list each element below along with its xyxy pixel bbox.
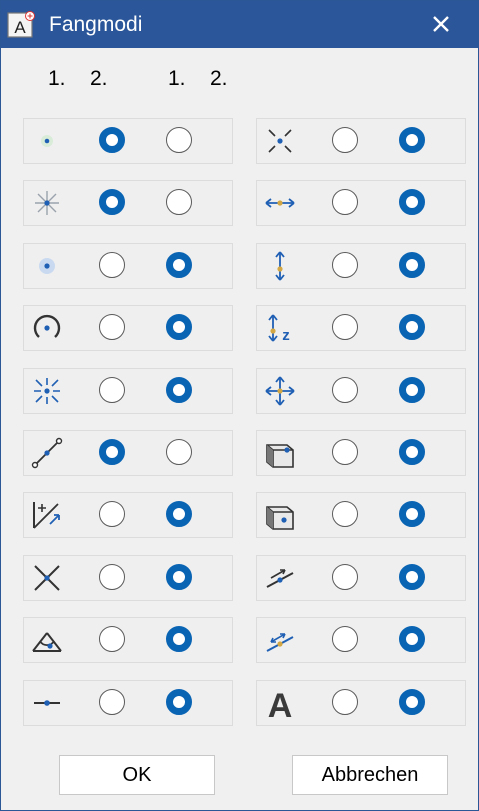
second-snap-radio[interactable] — [399, 689, 425, 715]
title-bar[interactable]: A Fangmodi — [1, 1, 478, 48]
snap-mode-row-left — [23, 243, 233, 289]
dialog-title: Fangmodi — [49, 13, 143, 36]
first-snap-radio[interactable] — [332, 127, 358, 153]
svg-text:A: A — [268, 687, 293, 720]
second-snap-radio[interactable] — [399, 501, 425, 527]
second-snap-radio[interactable] — [166, 377, 192, 403]
snap-text-icon: A — [268, 687, 293, 720]
first-snap-radio[interactable] — [332, 626, 358, 652]
snap-cube-face-icon — [266, 506, 294, 530]
snap-mode-row-left — [23, 430, 233, 476]
first-snap-radio[interactable] — [332, 314, 358, 340]
left-column-second-header: 2. — [90, 67, 108, 90]
first-snap-radio[interactable] — [99, 127, 125, 153]
snap-mode-row-left — [23, 555, 233, 601]
snap-mode-row-right — [256, 555, 466, 601]
second-snap-radio[interactable] — [399, 439, 425, 465]
first-snap-radio[interactable] — [99, 689, 125, 715]
snap-star-point-icon — [35, 191, 59, 215]
snap-mode-row-right — [256, 243, 466, 289]
second-snap-radio[interactable] — [399, 564, 425, 590]
second-snap-radio[interactable] — [166, 501, 192, 527]
cancel-button[interactable]: Abbrechen — [292, 755, 448, 795]
first-snap-radio[interactable] — [99, 501, 125, 527]
snap-z-direction-icon: z — [268, 314, 290, 344]
second-snap-radio[interactable] — [166, 689, 192, 715]
snap-mode-row-left — [23, 368, 233, 414]
snap-mode-row-right — [256, 368, 466, 414]
second-snap-radio[interactable] — [166, 189, 192, 215]
svg-text:A: A — [14, 18, 26, 37]
svg-text:z: z — [282, 327, 290, 344]
snap-mode-row-right: z — [256, 305, 466, 351]
right-column-second-header: 2. — [210, 67, 228, 90]
snap-mode-row-right — [256, 118, 466, 164]
first-snap-radio[interactable] — [332, 501, 358, 527]
snap-dialog-app-icon: A — [7, 11, 35, 38]
first-snap-radio[interactable] — [99, 314, 125, 340]
first-snap-radio[interactable] — [332, 689, 358, 715]
snap-mode-row-left — [23, 617, 233, 663]
first-snap-radio[interactable] — [332, 439, 358, 465]
snap-intersection-icon — [34, 565, 60, 591]
snap-line-point-icon — [34, 700, 60, 706]
second-snap-radio[interactable] — [166, 626, 192, 652]
second-snap-radio[interactable] — [399, 377, 425, 403]
snap-perpendicular-icon — [266, 633, 294, 652]
second-snap-radio[interactable] — [166, 252, 192, 278]
first-snap-radio[interactable] — [99, 439, 125, 465]
snap-mode-row-right — [256, 492, 466, 538]
snap-relative-point-icon — [33, 502, 60, 529]
snap-cross-point-icon — [268, 129, 292, 153]
first-snap-radio[interactable] — [332, 252, 358, 278]
first-snap-radio[interactable] — [99, 626, 125, 652]
snap-mode-row-right — [256, 617, 466, 663]
snap-mode-row-right — [256, 430, 466, 476]
right-column-first-header: 1. — [168, 67, 186, 90]
second-snap-radio[interactable] — [166, 314, 192, 340]
first-snap-radio[interactable] — [99, 189, 125, 215]
close-icon — [433, 16, 449, 32]
first-snap-radio[interactable] — [99, 564, 125, 590]
snap-mode-row-right: A — [256, 680, 466, 726]
snap-area-point-icon — [39, 258, 55, 274]
second-snap-radio[interactable] — [399, 189, 425, 215]
snap-point-icon — [41, 135, 53, 147]
snap-mode-row-right — [256, 180, 466, 226]
snap-circle-center-icon — [33, 314, 61, 338]
first-snap-radio[interactable] — [332, 564, 358, 590]
snap-cube-edge-icon — [266, 444, 294, 468]
snap-all-directions-icon — [265, 376, 295, 406]
snap-mode-row-left — [23, 118, 233, 164]
snap-horizontal-icon — [265, 198, 295, 208]
close-button[interactable] — [419, 5, 463, 43]
ok-button[interactable]: OK — [59, 755, 215, 795]
second-snap-radio[interactable] — [399, 252, 425, 278]
snap-mode-row-left — [23, 180, 233, 226]
snap-vertical-icon — [275, 251, 285, 281]
second-snap-radio[interactable] — [166, 127, 192, 153]
snap-line-midpoint-icon — [31, 437, 63, 469]
second-snap-radio[interactable] — [166, 564, 192, 590]
second-snap-radio[interactable] — [399, 626, 425, 652]
left-column-first-header: 1. — [48, 67, 66, 90]
first-snap-radio[interactable] — [99, 252, 125, 278]
snap-mode-row-left — [23, 305, 233, 351]
first-snap-radio[interactable] — [332, 189, 358, 215]
snap-center-arrows-icon — [34, 378, 60, 404]
snap-modes-dialog: A Fangmodi 1. 2. 1. 2. z A OK Abbrechen — [0, 0, 479, 811]
snap-mode-row-left — [23, 492, 233, 538]
second-snap-radio[interactable] — [399, 314, 425, 340]
second-snap-radio[interactable] — [166, 439, 192, 465]
first-snap-radio[interactable] — [332, 377, 358, 403]
first-snap-radio[interactable] — [99, 377, 125, 403]
snap-view-point-icon — [32, 632, 62, 652]
snap-mode-row-left — [23, 680, 233, 726]
snap-parallel-icon — [266, 569, 294, 588]
second-snap-radio[interactable] — [399, 127, 425, 153]
